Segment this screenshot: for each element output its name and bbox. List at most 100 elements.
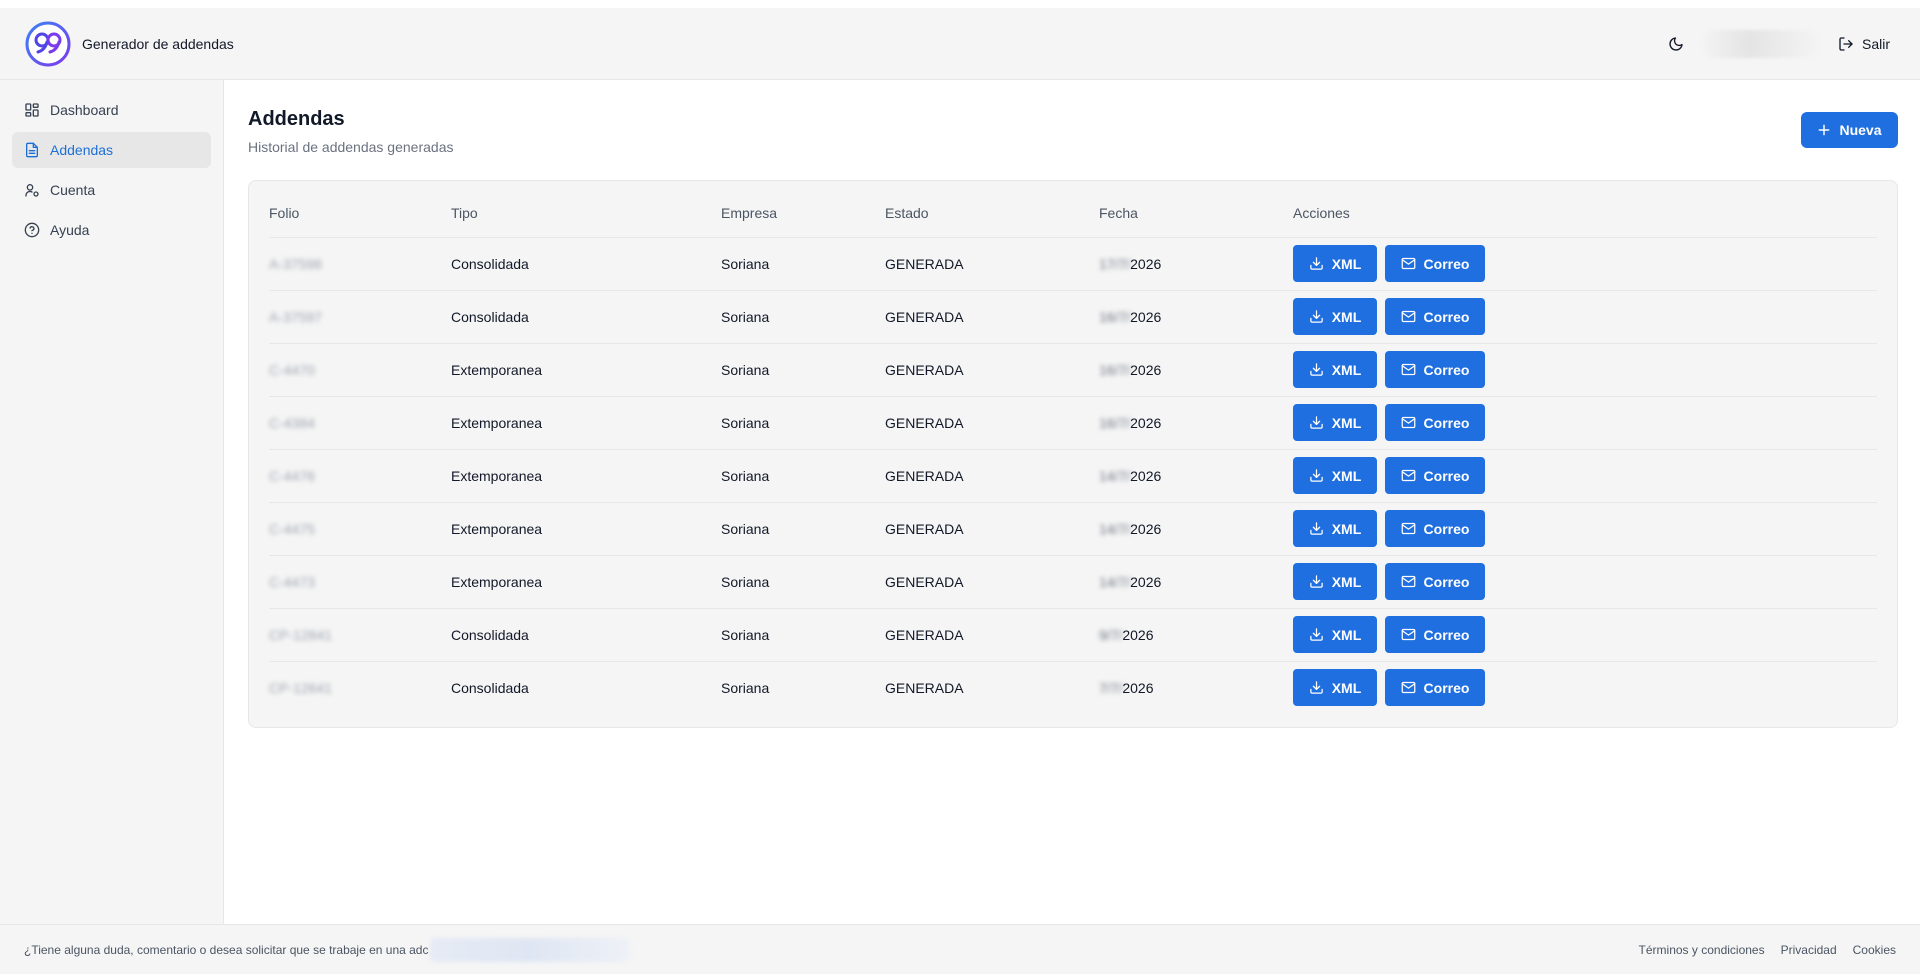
document-icon (26, 142, 38, 158)
xml-label: XML (1331, 361, 1362, 378)
cell-estado: GENERADA (885, 555, 1099, 609)
fecha-year: 2026 (1122, 626, 1154, 643)
send-email-button[interactable]: Correo (1385, 510, 1485, 547)
sidebar-item-addendas[interactable]: Addendas (12, 132, 211, 168)
send-email-button[interactable]: Correo (1385, 616, 1485, 653)
footer-links: Términos y condiciones Privacidad Cookie… (1639, 943, 1896, 957)
fecha-year: 2026 (1130, 520, 1162, 537)
cell-empresa: Soriana (721, 449, 885, 503)
logout-label: Salir (1861, 35, 1890, 52)
table-row: A-37598 Consolidada Soriana GENERADA 17/7/20… (269, 237, 1877, 291)
cell-estado: GENERADA (885, 343, 1099, 397)
send-email-button[interactable]: Correo (1385, 563, 1485, 600)
download-xml-button[interactable]: XML (1293, 457, 1377, 494)
table-body: A-37598 Consolidada Soriana GENERADA 17/7/20… (269, 237, 1877, 714)
send-email-button[interactable]: Correo (1385, 457, 1485, 494)
new-addenda-button[interactable]: Nueva (1801, 112, 1898, 148)
cell-folio: C-4475 (269, 502, 451, 556)
footer-link-terminos[interactable]: Términos y condiciones (1639, 943, 1765, 957)
cell-tipo: Extemporanea (451, 502, 721, 556)
send-email-button[interactable]: Correo (1385, 245, 1485, 282)
app-footer: ¿Tiene alguna duda, comentario o desea s… (0, 924, 1920, 974)
cell-acciones: XML Correo (1293, 502, 1877, 556)
cell-acciones: XML Correo (1293, 608, 1877, 662)
sidebar-item-dashboard[interactable]: Dashboard (12, 92, 211, 128)
xml-label: XML (1331, 626, 1362, 643)
bottom-strip (0, 974, 1920, 980)
fecha-day-month: 17/7/ (1099, 255, 1131, 272)
fecha-day-month: 16/7/ (1099, 361, 1131, 378)
cell-tipo: Consolidada (451, 290, 721, 344)
email-label: Correo (1423, 626, 1470, 643)
cell-empresa: Soriana (721, 608, 885, 662)
xml-label: XML (1331, 573, 1362, 590)
cell-estado: GENERADA (885, 237, 1099, 291)
send-email-button[interactable]: Correo (1385, 298, 1485, 335)
header-actions: Salir (1662, 8, 1896, 79)
footer-link-privacidad[interactable]: Privacidad (1781, 943, 1837, 957)
footer-link-cookies[interactable]: Cookies (1853, 943, 1896, 957)
download-icon (1309, 522, 1323, 535)
page-subtitle: Historial de addendas generadas (248, 139, 454, 155)
cell-empresa: Soriana (721, 290, 885, 344)
logout-icon (1839, 36, 1853, 51)
send-email-button[interactable]: Correo (1385, 404, 1485, 441)
fecha-year: 2026 (1130, 308, 1162, 325)
column-header-acciones: Acciones (1293, 189, 1877, 238)
send-email-button[interactable]: Correo (1385, 669, 1485, 707)
send-email-button[interactable]: Correo (1385, 351, 1485, 388)
column-header-empresa: Empresa (721, 189, 885, 238)
cell-empresa: Soriana (721, 343, 885, 397)
cell-estado: GENERADA (885, 679, 964, 696)
cell-fecha: 7/7/2026 (1099, 661, 1293, 714)
mail-icon (1401, 575, 1415, 588)
logout-button[interactable]: Salir (1832, 32, 1896, 56)
download-xml-button[interactable]: XML (1293, 616, 1377, 653)
page-title: Addendas (248, 108, 345, 130)
table-row: C-4476 Extemporanea Soriana GENERADA 14/7/20… (269, 449, 1877, 503)
mail-icon (1401, 257, 1415, 270)
sidebar-item-ayuda[interactable]: Ayuda (12, 212, 211, 248)
table-row: CP-12641 Consolidada Soriana GENERADA 7/7/20… (269, 661, 1877, 714)
cell-empresa: Soriana (721, 555, 885, 609)
brand[interactable]: Generador de addendas (24, 20, 234, 68)
cell-folio: CP-12641 (269, 661, 451, 714)
download-xml-button[interactable]: XML (1293, 351, 1377, 388)
download-icon (1309, 575, 1323, 588)
fecha-day-month: 7/7/ (1099, 679, 1123, 696)
mail-icon (1401, 682, 1415, 694)
cell-folio: A-37597 (269, 290, 451, 344)
cell-fecha: 16/7/2026 (1099, 396, 1293, 450)
cell-folio: A-37598 (269, 237, 451, 291)
download-xml-button[interactable]: XML (1293, 245, 1377, 282)
download-xml-button[interactable]: XML (1293, 298, 1377, 335)
download-xml-button[interactable]: XML (1293, 669, 1377, 707)
row-actions: XML Correo (1293, 298, 1877, 335)
help-circle-icon (24, 222, 40, 238)
mail-icon (1401, 310, 1415, 323)
fecha-day-month: 14/7/ (1099, 467, 1131, 484)
footer-text: ¿Tiene alguna duda, comentario o desea s… (24, 942, 429, 957)
cell-empresa: Soriana (721, 237, 885, 291)
footer-contact: ¿Tiene alguna duda, comentario o desea s… (24, 937, 631, 962)
row-actions: XML Correo (1293, 616, 1877, 653)
folio-value: A-37598 (269, 255, 322, 272)
download-xml-button[interactable]: XML (1293, 563, 1377, 600)
sidebar-item-cuenta[interactable]: Cuenta (12, 172, 211, 208)
row-actions: XML Correo (1293, 351, 1877, 388)
email-label: Correo (1423, 520, 1470, 537)
theme-toggle-button[interactable] (1662, 30, 1690, 58)
mail-icon (1401, 628, 1415, 641)
download-xml-button[interactable]: XML (1293, 404, 1377, 441)
xml-label: XML (1331, 467, 1362, 484)
fecha-day-month: 16/7/ (1099, 414, 1131, 431)
mail-icon (1401, 416, 1415, 429)
download-icon (1309, 416, 1323, 429)
row-actions: XML Correo (1293, 510, 1877, 547)
folio-value: C-4384 (269, 414, 315, 431)
fecha-year: 2026 (1122, 679, 1154, 696)
download-xml-button[interactable]: XML (1293, 510, 1377, 547)
fecha-day-month: 14/7/ (1099, 520, 1131, 537)
download-icon (1309, 363, 1323, 376)
table-row: A-37597 Consolidada Soriana GENERADA 16/7/20… (269, 290, 1877, 344)
